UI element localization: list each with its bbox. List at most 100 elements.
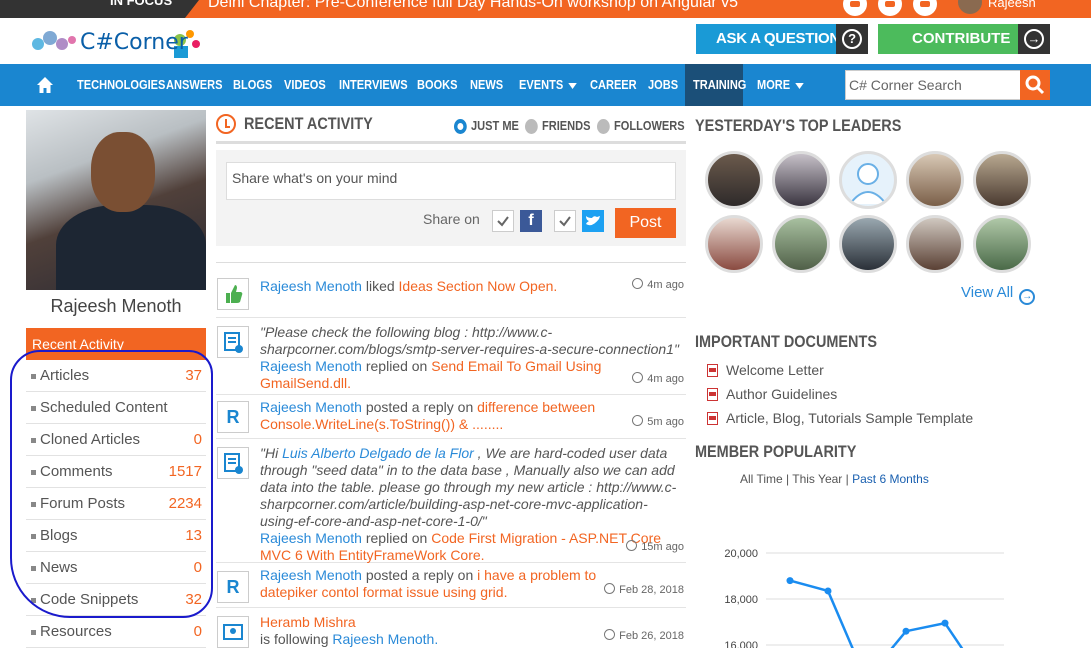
nav-technologies[interactable]: TECHNOLOGIES xyxy=(77,64,165,106)
checkbox-twitter[interactable] xyxy=(554,210,576,232)
menu-news[interactable]: News 0 xyxy=(26,552,206,584)
menu-articles[interactable]: Articles 37 xyxy=(26,360,206,392)
post-button[interactable]: Post xyxy=(615,208,676,238)
question-icon: ? xyxy=(836,24,868,54)
pdf-icon xyxy=(707,364,718,377)
menu-recent-activity[interactable]: Recent Activity xyxy=(26,328,206,360)
nav-videos[interactable]: VIDEOS xyxy=(284,64,326,106)
nav-answers[interactable]: ANSWERS xyxy=(166,64,222,106)
activity-time: Feb 26, 2018 xyxy=(604,629,684,642)
nav-training[interactable]: TRAINING xyxy=(693,64,746,106)
leader-avatar[interactable] xyxy=(906,151,964,209)
mail-icon[interactable] xyxy=(878,0,902,16)
menu-label: Cloned Articles xyxy=(40,431,141,448)
tab-all-time[interactable]: All Time xyxy=(740,472,783,486)
menu-cloned-articles[interactable]: Cloned Articles 0 xyxy=(26,424,206,456)
activity-verb: is following xyxy=(260,631,329,647)
tab-this-year[interactable]: This Year xyxy=(792,472,842,486)
menu-forum-posts[interactable]: Forum Posts 2234 xyxy=(26,488,206,520)
data-point[interactable] xyxy=(941,619,949,627)
doc-link[interactable]: Author Guidelines xyxy=(707,386,837,402)
activity-user-link[interactable]: Rajeesh Menoth xyxy=(260,567,362,583)
doc-link[interactable]: Welcome Letter xyxy=(707,362,824,378)
filter-just-me[interactable]: JUST ME xyxy=(454,118,519,135)
activity-user-link[interactable]: Rajeesh Menoth xyxy=(260,358,362,374)
filter-friends[interactable]: FRIENDS xyxy=(525,118,591,135)
user-icon[interactable] xyxy=(913,0,937,16)
leader-avatar[interactable] xyxy=(839,215,897,273)
leader-avatar[interactable] xyxy=(705,151,763,209)
share-input[interactable]: Share what's on your mind xyxy=(226,162,676,200)
search-button[interactable] xyxy=(1020,70,1050,100)
profile-photo[interactable] xyxy=(26,110,206,290)
menu-resources[interactable]: Resources 0 xyxy=(26,616,206,648)
contribute-button[interactable]: CONTRIBUTE → xyxy=(878,24,1050,54)
activity-text: Rajeesh Menoth posted a reply on differe… xyxy=(260,399,610,433)
reply-icon xyxy=(217,447,249,479)
filter-followers[interactable]: FOLLOWERS xyxy=(597,118,685,135)
y-tick-label: 16,000 xyxy=(724,640,758,648)
twitter-icon[interactable] xyxy=(582,210,604,232)
leader-avatar[interactable] xyxy=(772,215,830,273)
nav-interviews[interactable]: INTERVIEWS xyxy=(339,64,408,106)
nav-events[interactable]: EVENTS xyxy=(519,64,577,106)
user-avatar[interactable] xyxy=(958,0,982,14)
menu-blogs[interactable]: Blogs 13 xyxy=(26,520,206,552)
facebook-icon[interactable]: f xyxy=(520,210,542,232)
filter-label: JUST ME xyxy=(471,118,519,133)
home-icon[interactable] xyxy=(36,76,54,94)
data-point[interactable] xyxy=(824,587,832,595)
activity-text: Rajeesh Menoth liked Ideas Section Now O… xyxy=(260,278,610,295)
menu-code-snippets[interactable]: Code Snippets 32 xyxy=(26,584,206,616)
activity-target-link[interactable]: Ideas Section Now Open. xyxy=(399,278,558,294)
leader-avatar[interactable] xyxy=(772,151,830,209)
nav-books[interactable]: BOOKS xyxy=(417,64,458,106)
filter-label: FOLLOWERS xyxy=(614,118,685,133)
tab-past-6-months[interactable]: Past 6 Months xyxy=(852,472,929,486)
radio-icon xyxy=(597,119,610,135)
series-line xyxy=(789,579,964,648)
doc-link[interactable]: Article, Blog, Tutorials Sample Template xyxy=(707,410,973,426)
nav-news[interactable]: NEWS xyxy=(470,64,503,106)
leader-avatar[interactable] xyxy=(839,151,897,209)
search-input[interactable]: C# Corner Search xyxy=(845,70,1021,100)
activity-verb: liked xyxy=(365,278,395,294)
leader-avatar[interactable] xyxy=(973,151,1031,209)
leader-avatar[interactable] xyxy=(705,215,763,273)
nav-more[interactable]: MORE xyxy=(757,64,804,106)
checkbox-facebook[interactable] xyxy=(492,210,514,232)
leader-avatar[interactable] xyxy=(906,215,964,273)
activity-time: Feb 28, 2018 xyxy=(604,583,684,596)
search-icon[interactable] xyxy=(843,0,867,16)
leader-avatar[interactable] xyxy=(973,215,1031,273)
popularity-tabs: All Time | This Year | Past 6 Months xyxy=(740,472,929,486)
site-logo[interactable]: C#Corner xyxy=(28,24,208,60)
data-point[interactable] xyxy=(786,577,794,585)
ask-question-button[interactable]: ASK A QUESTION ? xyxy=(696,24,868,54)
activity-time: 4m ago xyxy=(632,278,684,291)
menu-count: 13 xyxy=(185,527,202,544)
activity-target-link[interactable]: Rajeesh Menoth. xyxy=(332,631,438,647)
filter-label: FRIENDS xyxy=(542,118,591,133)
user-name[interactable]: Rajeesh xyxy=(988,0,1036,10)
activity-user-link[interactable]: Heramb Mishra xyxy=(260,614,356,630)
ticker-headline[interactable]: Delhi Chapter: Pre-Conference full Day H… xyxy=(208,0,738,12)
view-all-link[interactable]: View All → xyxy=(961,284,1036,305)
activity-user-link[interactable]: Rajeesh Menoth xyxy=(260,399,362,415)
nav-career[interactable]: CAREER xyxy=(590,64,637,106)
menu-comments[interactable]: Comments 1517 xyxy=(26,456,206,488)
menu-scheduled-content[interactable]: Scheduled Content xyxy=(26,392,206,424)
activity-verb: replied on xyxy=(365,530,428,546)
activity-quote: "Please check the following blog : http:… xyxy=(260,324,679,357)
activity-item: "Hi Luis Alberto Delgado de la Flor , We… xyxy=(216,439,686,563)
activity-mention-link[interactable]: Luis Alberto Delgado de la Flor xyxy=(282,445,474,461)
activity-user-link[interactable]: Rajeesh Menoth xyxy=(260,278,362,294)
nav-blogs[interactable]: BLOGS xyxy=(233,64,272,106)
data-point[interactable] xyxy=(902,627,910,635)
activity-item: "Please check the following blog : http:… xyxy=(216,318,686,395)
arrow-right-circle-icon: → xyxy=(1019,289,1036,305)
pdf-icon xyxy=(707,412,718,425)
activity-time: 4m ago xyxy=(632,372,684,385)
nav-jobs[interactable]: JOBS xyxy=(648,64,678,106)
activity-user-link[interactable]: Rajeesh Menoth xyxy=(260,530,362,546)
